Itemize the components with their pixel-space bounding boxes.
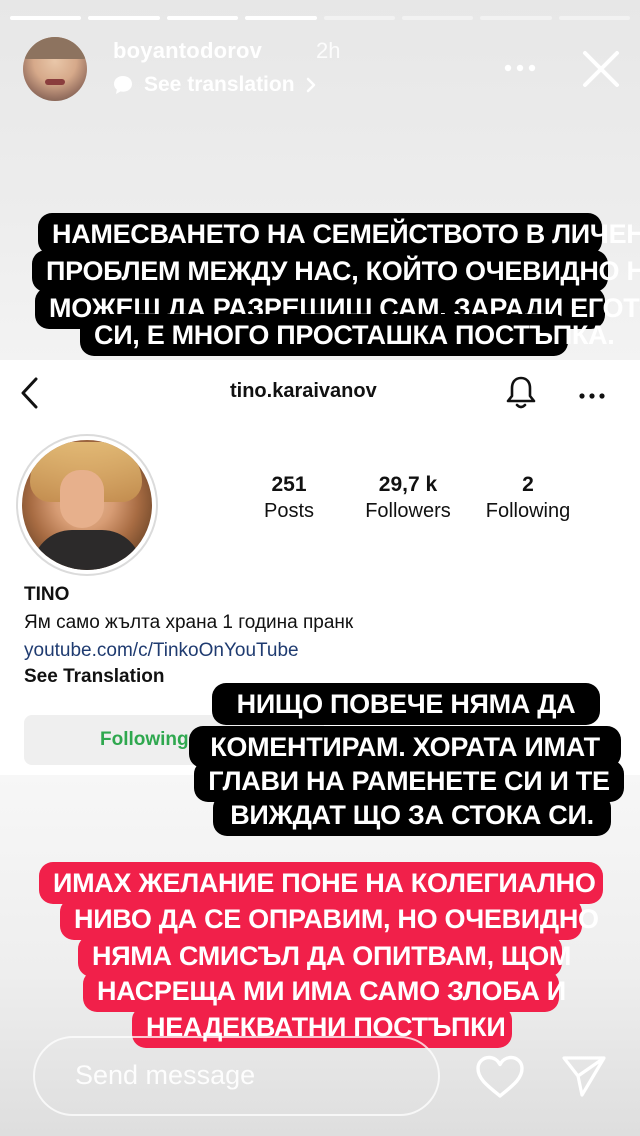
progress-segment bbox=[88, 16, 160, 20]
story-timestamp: 2h bbox=[316, 38, 341, 63]
stat-followers: 29,7 k Followers bbox=[352, 472, 464, 524]
author-avatar[interactable] bbox=[23, 37, 87, 101]
caption-middle-line: НИЩО ПОВЕЧЕ НЯМА ДА bbox=[212, 683, 600, 725]
avatar-hair bbox=[23, 37, 87, 59]
stat-following: 2 Following bbox=[472, 472, 584, 524]
notifications-button bbox=[504, 374, 538, 410]
author-username[interactable]: boyantodorov bbox=[113, 38, 262, 64]
stat-value: 2 bbox=[522, 473, 534, 496]
translation-bubble-icon bbox=[114, 76, 132, 94]
send-message-placeholder: Send message bbox=[75, 1060, 256, 1090]
profile-display-name: TINO bbox=[24, 584, 70, 605]
see-translation-link[interactable]: See translation bbox=[112, 72, 317, 98]
profile-see-translation: See Translation bbox=[24, 666, 165, 687]
caption-top-line: НАМЕСВАНЕТО НА СЕМЕЙСТВОТО В ЛИЧЕН bbox=[38, 213, 640, 255]
progress-segment bbox=[323, 16, 395, 20]
profile-link: youtube.com/c/TinkoOnYouTube bbox=[24, 640, 299, 661]
profile-picture bbox=[16, 434, 158, 576]
caption-top-line: СИ, Е МНОГО ПРОСТАШКА ПОСТЪПКА. bbox=[80, 314, 615, 356]
more-options-button[interactable] bbox=[500, 56, 540, 80]
heart-icon bbox=[476, 1055, 524, 1098]
stat-value: 29,7 k bbox=[378, 473, 438, 496]
stat-posts: 251 Posts bbox=[244, 472, 334, 524]
like-button[interactable] bbox=[474, 1054, 526, 1100]
more-dots-icon bbox=[579, 393, 605, 399]
close-button[interactable] bbox=[580, 48, 622, 90]
caption-top-line: ПРОБЛЕМ МЕЖДУ НАС, КОЙТО ОЧЕВИДНО НЕ bbox=[32, 250, 640, 292]
progress-segment bbox=[10, 16, 82, 20]
caption-bottom-line: НИВО ДА СЕ ОПРАВИМ, НО ОЧЕВИДНО bbox=[60, 898, 599, 940]
stat-label: Following bbox=[485, 500, 571, 522]
photo-face bbox=[60, 470, 104, 528]
chevron-right-icon bbox=[306, 77, 315, 93]
profile-username: tino.karaivanov bbox=[230, 380, 377, 402]
more-dots-icon bbox=[504, 64, 536, 72]
progress-segment bbox=[480, 16, 552, 20]
caption-middle-line: ВИЖДАТ ЩО ЗА СТОКА СИ. bbox=[213, 794, 611, 836]
story-progress-bar bbox=[10, 16, 630, 20]
back-button bbox=[18, 375, 42, 411]
progress-segment bbox=[558, 16, 630, 20]
paper-plane-icon bbox=[562, 1056, 606, 1097]
story-viewer[interactable]: boyantodorov 2h See translation НАМЕСВАН… bbox=[0, 0, 640, 1136]
stat-value: 251 bbox=[271, 473, 307, 496]
progress-segment bbox=[401, 16, 474, 20]
profile-bio: Ям само жълта храна 1 година пранк bbox=[24, 612, 354, 633]
see-translation-label: See translation bbox=[144, 73, 295, 96]
profile-photo bbox=[22, 440, 152, 570]
avatar-mouth bbox=[45, 79, 65, 85]
progress-segment bbox=[166, 16, 239, 20]
stat-label: Posts bbox=[263, 500, 315, 522]
profile-more-button bbox=[578, 388, 606, 399]
bell-icon bbox=[506, 376, 536, 409]
chevron-left-icon bbox=[21, 377, 38, 409]
stat-label: Followers bbox=[365, 500, 451, 522]
share-button[interactable] bbox=[560, 1054, 608, 1098]
photo-shirt bbox=[32, 530, 142, 570]
progress-segment bbox=[245, 16, 317, 20]
close-icon bbox=[583, 51, 619, 87]
